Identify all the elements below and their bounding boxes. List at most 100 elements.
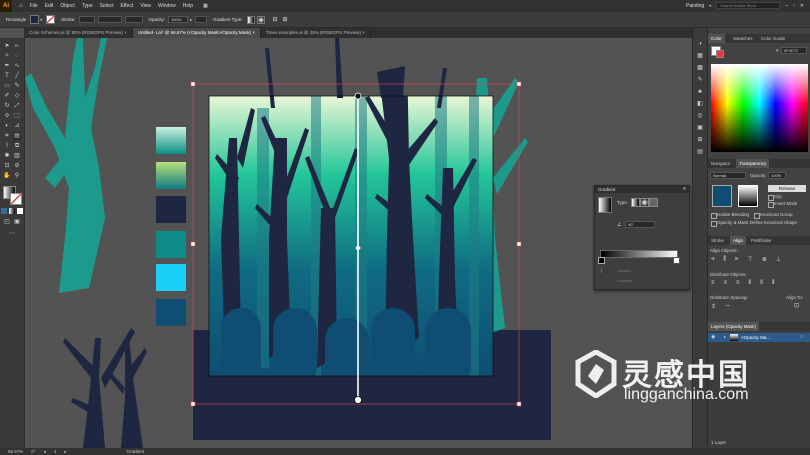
expand-arrow-icon[interactable]: ▸ [724, 334, 726, 339]
swatch-3[interactable] [156, 196, 186, 223]
selection-tool-icon[interactable]: ➤ [3, 42, 11, 50]
tab-close-icon[interactable]: × [362, 30, 365, 35]
artboard-tool-icon[interactable]: ⊡ [3, 162, 11, 170]
prev-artboard-icon[interactable]: ◂ [44, 449, 46, 455]
blend-mode-select[interactable]: Normal [710, 172, 746, 179]
swatches-icon[interactable]: ▩ [696, 64, 704, 72]
free-transform-tool-icon[interactable]: ⬚ [13, 112, 21, 120]
align-left-icon[interactable]: ⫷ [711, 256, 714, 263]
stock-search-input[interactable]: Search Adobe Stock [716, 2, 781, 9]
align-vcenter-icon[interactable]: ⊕ [762, 256, 767, 263]
edit-toolbar-icon[interactable]: ⋯ [8, 230, 16, 238]
spacing-vertical-icon[interactable]: ⇕ [711, 303, 716, 310]
swatch-5[interactable] [156, 264, 186, 291]
rotate-tool-icon[interactable]: ↻ [3, 102, 11, 110]
tab-swatches[interactable]: Swatches [730, 34, 756, 43]
distribute-hcenter-icon[interactable]: ⦀ [760, 280, 763, 287]
eraser-tool-icon[interactable]: ◇ [13, 92, 21, 100]
angle-field[interactable]: 90° [625, 221, 655, 228]
swatch-1[interactable] [156, 127, 186, 154]
freeform-type-button[interactable] [649, 198, 658, 207]
tab-pathfinder[interactable]: Pathfinder [748, 236, 775, 245]
draw-mode-icon[interactable]: ◰ [3, 218, 11, 226]
handle-top-left[interactable] [190, 81, 196, 87]
color-guide-icon[interactable]: ▦ [696, 52, 704, 60]
libraries-icon[interactable]: ▣ [696, 124, 704, 132]
object-thumbnail[interactable] [712, 185, 732, 207]
radial-type-button[interactable] [640, 198, 649, 207]
target-icon[interactable]: ○ [800, 334, 803, 340]
workspace-dropdown-icon[interactable]: ▾ [709, 3, 711, 8]
tab-stroke[interactable]: Stroke [708, 236, 727, 245]
tab-close-icon[interactable]: × [124, 30, 127, 35]
menu-help[interactable]: Help [183, 3, 193, 9]
distribute-left-icon[interactable]: ⦀ [749, 280, 752, 287]
menu-view[interactable]: View [140, 3, 151, 9]
swatch-4[interactable] [156, 231, 186, 258]
align-hcenter-icon[interactable]: ⫼ [723, 256, 726, 263]
rectangle-tool-icon[interactable]: ▭ [3, 82, 11, 90]
zoom-level[interactable]: 66.67% [8, 449, 23, 454]
appearance-icon[interactable]: ◎ [696, 112, 704, 120]
handle-left[interactable] [190, 241, 196, 247]
distribute-top-icon[interactable]: ≡ [711, 280, 715, 287]
eyedropper-tool-icon[interactable]: ⌇ [3, 142, 11, 150]
tab-transparency[interactable]: Transparency [736, 159, 770, 168]
home-icon[interactable]: ⌂ [19, 3, 23, 9]
swatch-2[interactable] [156, 162, 186, 189]
shaper-tool-icon[interactable]: ✐ [3, 92, 11, 100]
minimize-icon[interactable]: – [785, 3, 788, 9]
zoom-tool-icon[interactable]: ⚲ [13, 172, 21, 180]
align-to-selection-icon[interactable]: ⊡ [794, 302, 799, 309]
menu-file[interactable]: File [30, 3, 38, 9]
handle-bottom-left[interactable] [190, 401, 196, 407]
paintbrush-tool-icon[interactable]: ✎ [13, 82, 21, 90]
brush-definition[interactable] [124, 16, 143, 23]
menu-edit[interactable]: Edit [45, 3, 54, 9]
graphic-styles-icon[interactable]: ◧ [696, 100, 704, 108]
opacity-dropdown-icon[interactable]: ▸ [190, 17, 192, 22]
spacing-horizontal-icon[interactable]: ⇔ [725, 303, 731, 310]
slice-tool-icon[interactable]: ⊘ [13, 162, 21, 170]
radial-gradient-button[interactable] [256, 15, 265, 24]
type-tool-icon[interactable]: T [3, 72, 11, 80]
rotate-view[interactable]: 0° [31, 449, 35, 454]
menu-select[interactable]: Select [100, 3, 114, 9]
menu-object[interactable]: Object [60, 3, 74, 9]
workspace-switcher[interactable]: Painting [686, 3, 704, 9]
opacity-field[interactable]: 100% [768, 172, 786, 179]
align-top-icon[interactable]: ⊤ [748, 256, 753, 263]
variable-width-profile[interactable] [97, 16, 122, 23]
scale-tool-icon[interactable]: ⤢ [13, 102, 21, 110]
fill-stroke-icon[interactable] [3, 186, 22, 205]
gradient-stop-left[interactable] [598, 257, 605, 264]
line-tool-icon[interactable]: ╱ [13, 72, 21, 80]
gradient-tool-icon[interactable]: ▤ [13, 132, 21, 140]
swatch-6[interactable] [156, 299, 186, 326]
align-right-icon[interactable]: ⫸ [735, 256, 738, 263]
tab-align[interactable]: Align [730, 236, 747, 245]
symbol-sprayer-tool-icon[interactable]: ✺ [3, 152, 11, 160]
stroke-swatch[interactable] [46, 15, 56, 24]
blend-tool-icon[interactable]: ⧉ [13, 142, 21, 150]
tab-navigator[interactable]: Navigator [708, 159, 733, 168]
lasso-tool-icon[interactable]: ◌ [13, 52, 21, 60]
linear-type-button[interactable] [631, 198, 640, 207]
opacity-field[interactable]: 100% [168, 16, 189, 23]
hex-field[interactable]: 0F4D72 [781, 47, 807, 54]
color-panel-icon[interactable]: ◑ [696, 40, 704, 48]
distribute-vcenter-icon[interactable]: ≡ [724, 280, 728, 287]
direct-selection-tool-icon[interactable]: ▹ [13, 42, 21, 50]
gradient-mode-icon[interactable] [9, 208, 15, 214]
stroke-proxy[interactable] [716, 50, 724, 58]
fill-dropdown-icon[interactable]: ▾ [40, 17, 42, 22]
next-artboard-icon[interactable]: ▸ [64, 449, 66, 455]
tab-color[interactable]: Color [708, 34, 725, 43]
close-icon[interactable]: ✕ [800, 3, 804, 9]
distribute-right-icon[interactable]: ⦀ [772, 280, 775, 287]
fill-swatch[interactable] [30, 15, 40, 24]
eyedropper-icon[interactable]: ⌇ [600, 268, 603, 275]
tab-color-guide[interactable]: Color Guide [758, 34, 788, 43]
distribute-bottom-icon[interactable]: ≡ [736, 280, 740, 287]
menu-effect[interactable]: Effect [121, 3, 134, 9]
